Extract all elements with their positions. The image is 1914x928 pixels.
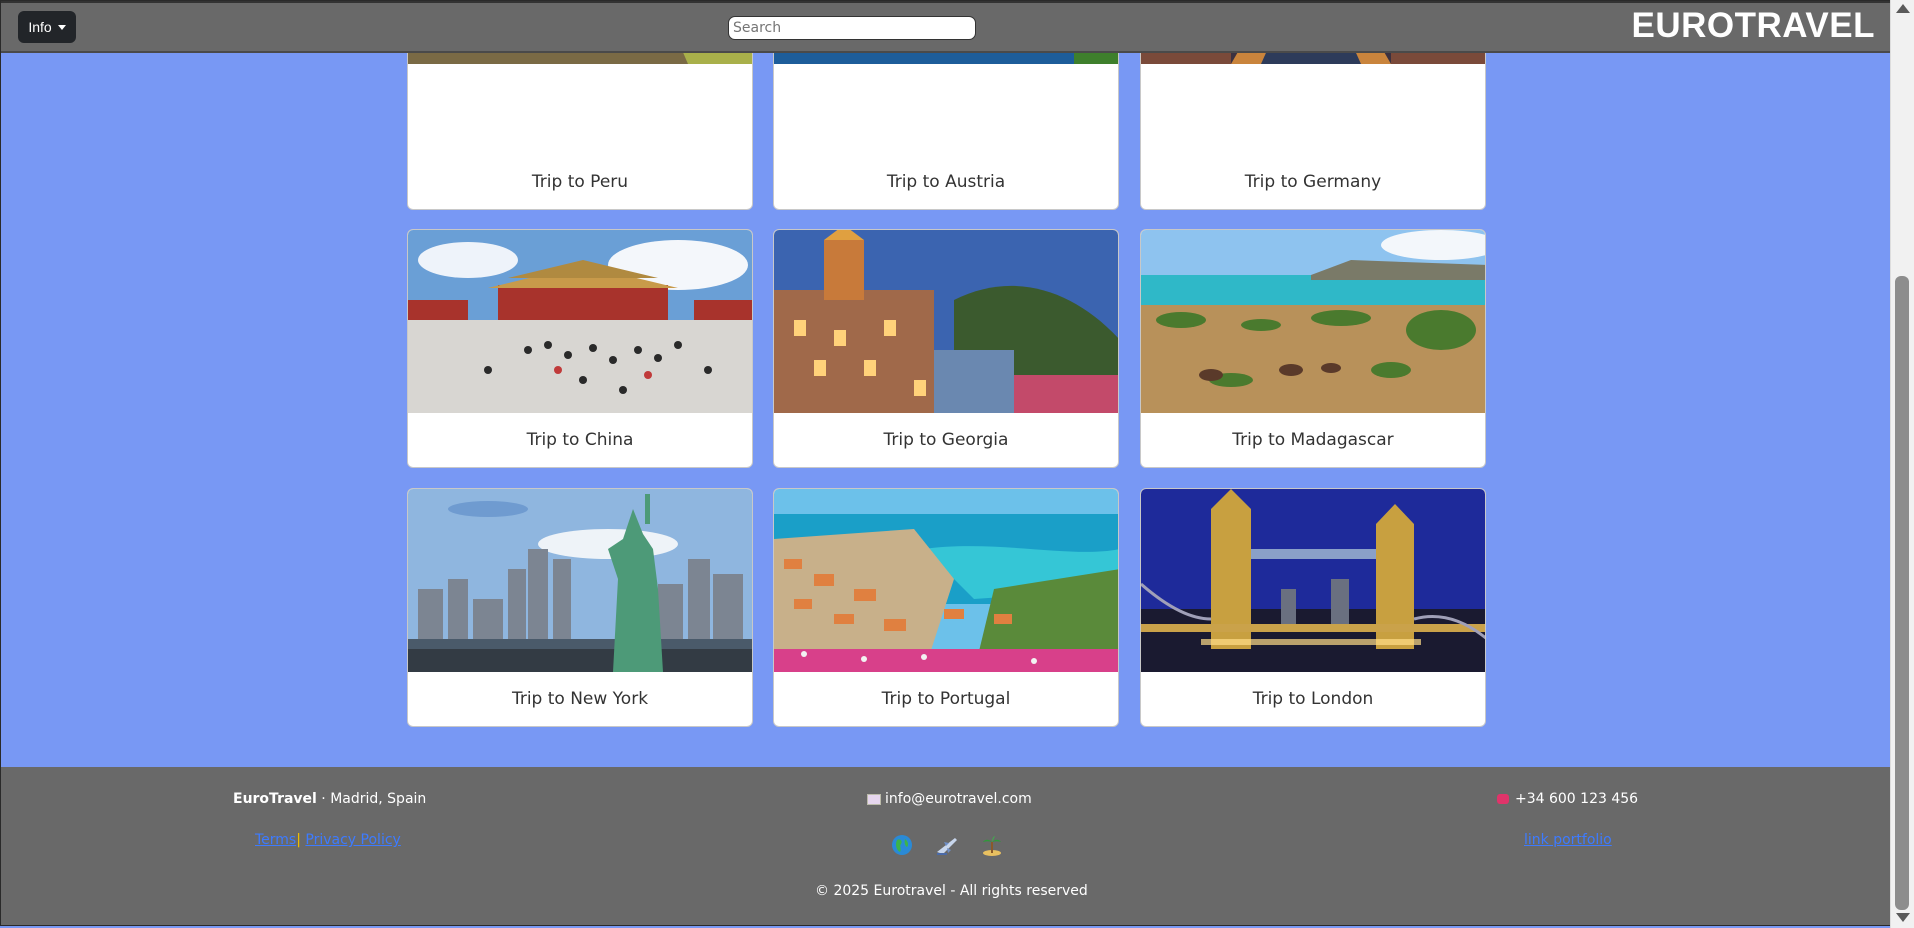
island-icon[interactable] <box>981 834 1003 856</box>
phone-text: +34 600 123 456 <box>1515 791 1639 807</box>
trip-image-portugal <box>774 489 1118 672</box>
airplane-icon[interactable] <box>935 834 959 856</box>
trip-title: Trip to Portugal <box>881 688 1011 709</box>
brand-logo: EUROTRAVEL <box>1631 6 1875 45</box>
info-label: Info <box>28 19 52 35</box>
footer-phone: +34 600 123 456 <box>1497 791 1638 807</box>
footer-legal-links: Terms| Privacy Policy <box>255 832 401 848</box>
trip-card-georgia[interactable]: Trip to Georgia <box>773 229 1119 468</box>
trip-title: Trip to Georgia <box>883 429 1009 450</box>
trips-grid: Trip to Peru Trip to Austria Trip to Ger… <box>407 1 1487 767</box>
trip-title: Trip to Madagascar <box>1232 429 1394 450</box>
footer-social-icons <box>891 834 1003 856</box>
trip-image-new-york <box>408 489 752 672</box>
footer-company: EuroTravel · Madrid, Spain <box>233 791 426 807</box>
trip-title: Trip to New York <box>511 688 649 709</box>
trip-title: Trip to Austria <box>886 171 1006 192</box>
link-separator: | <box>296 832 301 848</box>
footer: EuroTravel · Madrid, Spain info@eurotrav… <box>1 767 1890 925</box>
trip-card-madagascar[interactable]: Trip to Madagascar <box>1140 229 1486 468</box>
top-navbar: Info EUROTRAVEL <box>1 1 1890 53</box>
privacy-policy-link[interactable]: Privacy Policy <box>305 832 400 848</box>
scroll-up-arrow-icon[interactable] <box>1896 4 1910 13</box>
footer-portfolio: link portfolio <box>1524 832 1612 848</box>
caret-down-icon <box>57 24 66 30</box>
footer-email: info@eurotravel.com <box>867 791 1032 807</box>
trip-card-portugal[interactable]: Trip to Portugal <box>773 488 1119 727</box>
browser-viewport: Trip to Peru Trip to Austria Trip to Ger… <box>0 0 1890 926</box>
trip-title: Trip to Peru <box>531 171 629 192</box>
portfolio-link[interactable]: link portfolio <box>1524 832 1612 848</box>
trip-title: Trip to Germany <box>1244 171 1382 192</box>
email-text: info@eurotravel.com <box>885 791 1032 807</box>
scroll-down-arrow-icon[interactable] <box>1896 913 1910 922</box>
trip-image-china <box>408 230 752 413</box>
copyright-text: © 2025 Eurotravel - All rights reserved <box>815 883 1088 899</box>
trip-image-london <box>1141 489 1485 672</box>
company-location: · Madrid, Spain <box>316 791 427 807</box>
terms-link[interactable]: Terms <box>255 832 296 848</box>
scrollbar-thumb[interactable] <box>1895 276 1909 910</box>
search-input[interactable] <box>728 16 976 40</box>
envelope-icon <box>867 793 881 805</box>
page-scrollbar[interactable] <box>1890 0 1914 928</box>
globe-icon[interactable] <box>891 834 913 856</box>
trip-card-china[interactable]: Trip to China <box>407 229 753 468</box>
trip-card-london[interactable]: Trip to London <box>1140 488 1486 727</box>
info-dropdown-button[interactable]: Info <box>18 11 76 43</box>
company-name: EuroTravel <box>233 791 317 807</box>
trip-title: Trip to China <box>526 429 634 450</box>
telephone-icon <box>1497 794 1509 804</box>
trip-image-madagascar <box>1141 230 1485 413</box>
trip-image-georgia <box>774 230 1118 413</box>
trip-card-new-york[interactable]: Trip to New York <box>407 488 753 727</box>
trip-title: Trip to London <box>1252 688 1374 709</box>
